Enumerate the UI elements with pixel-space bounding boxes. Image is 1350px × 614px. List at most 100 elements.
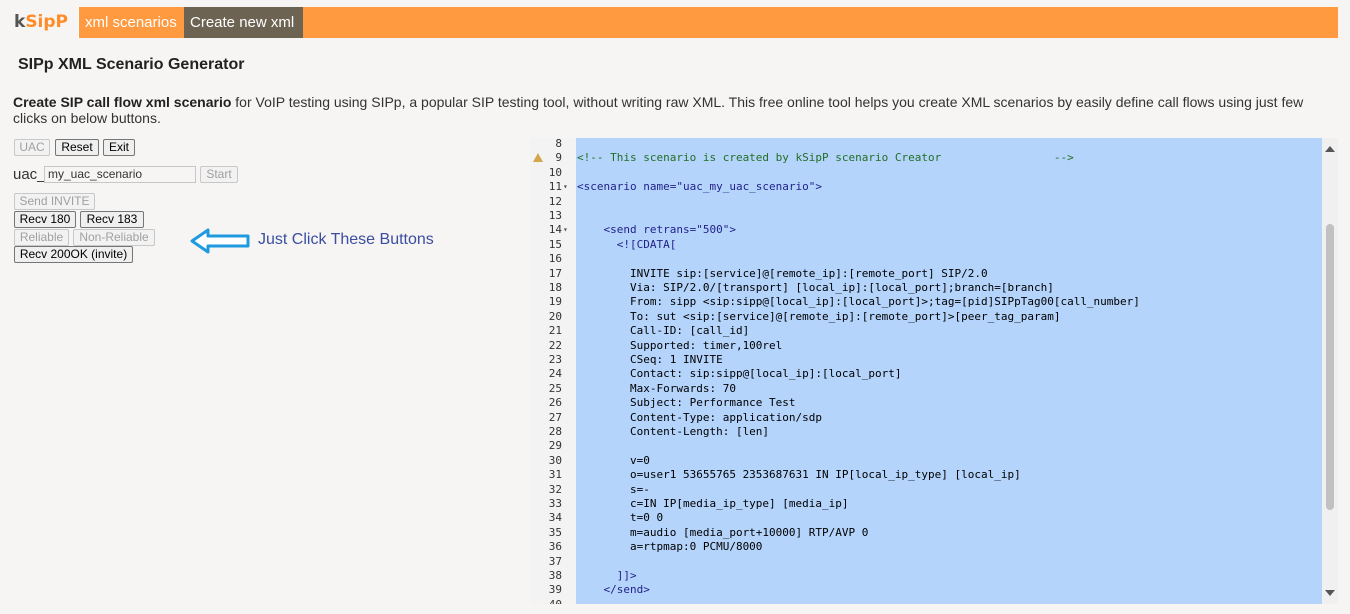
- editor-scrollbar[interactable]: [1322, 138, 1338, 604]
- line-number: 33: [548, 497, 562, 510]
- code-line: 21 Call-ID: [call_id]: [530, 324, 1322, 338]
- code-text: <!-- This scenario is created by kSipP s…: [577, 151, 1074, 165]
- line-number: 26: [548, 396, 562, 410]
- code-text: Content-Length: [len]: [577, 425, 770, 438]
- ksipp-logo[interactable]: kSipP: [6, 7, 78, 38]
- line-number: 24: [548, 367, 562, 381]
- line-number: 29: [548, 439, 562, 453]
- start-button[interactable]: Start: [200, 166, 238, 183]
- line-number: 17: [548, 266, 562, 280]
- line-number: 31: [548, 468, 562, 482]
- nav-tab-xml-scenarios[interactable]: xml scenarios: [78, 7, 184, 38]
- code-text: t=0 0: [577, 511, 664, 525]
- code-line: 37: [530, 555, 1322, 569]
- line-number: 28: [548, 425, 562, 438]
- hint-text: Just Click These Buttons: [258, 231, 434, 248]
- code-text: s=-: [577, 482, 650, 496]
- line-number: 40: [530, 598, 562, 604]
- code-line: 30 v=0: [530, 454, 1322, 468]
- code-text: </send>: [577, 583, 650, 597]
- line-number: 27: [548, 410, 562, 424]
- line-number: 21: [548, 324, 562, 338]
- code-line: 33 c=IN IP[media_ip_type] [media_ip]: [530, 497, 1322, 511]
- code-line: 39 </send>: [530, 583, 1322, 597]
- scenario-name-input[interactable]: my_uac_scenario: [44, 166, 196, 183]
- send-invite-button[interactable]: Send INVITE: [14, 193, 95, 210]
- code-text: ]]>: [577, 569, 637, 582]
- scroll-up-icon[interactable]: [1325, 146, 1335, 152]
- code-line: 11 ▾ <scenario name="uac_my_uac_scenario">: [530, 180, 1322, 194]
- page: kSipP xml scenarios Create new xml SIPp …: [0, 0, 1350, 614]
- code-line: 8: [530, 138, 1322, 151]
- code-line: 13: [530, 209, 1322, 223]
- exit-button[interactable]: Exit: [103, 139, 135, 156]
- line-number: 38: [548, 569, 562, 582]
- code-text: Content-Type: application/sdp: [577, 410, 823, 424]
- code-text: <![CDATA[: [577, 237, 677, 251]
- page-title: SIPp XML Scenario Generator: [18, 56, 245, 73]
- line-number: 30: [548, 453, 562, 467]
- code-text: Contact: sip:sipp@[local_ip]:[local_port…: [577, 367, 902, 381]
- line-number: 25: [548, 381, 562, 395]
- code-line: 29: [530, 439, 1322, 453]
- uac-button[interactable]: UAC: [14, 139, 50, 156]
- code-line: 28 Content-Length: [len]: [530, 425, 1322, 439]
- xml-code-editor[interactable]: 8 9 <!-- This scenario is created by kSipP…: [530, 138, 1338, 604]
- code-line: 24 Contact: sip:sipp@[local_ip]:[local_p…: [530, 367, 1322, 381]
- line-number: 36: [548, 540, 562, 554]
- code-line: 9 <!-- This scenario is created by kSipP …: [530, 151, 1322, 165]
- code-text: o=user1 53655765 2353687631 IN IP[local_…: [577, 468, 1021, 482]
- arrow-left-icon: [190, 228, 250, 254]
- logo-k: k: [14, 12, 26, 32]
- recv-180-button[interactable]: Recv 180: [14, 211, 76, 228]
- page-description: Create SIP call flow xml scenario for Vo…: [13, 94, 1333, 126]
- code-line: 20 To: sut <sip:[service]@[remote_ip]:[r…: [530, 310, 1322, 324]
- code-text: c=IN IP[media_ip_type] [media_ip]: [577, 497, 849, 510]
- fold-arrow-icon[interactable]: ▾: [563, 180, 573, 194]
- code-line: 14 ▾ <send retrans="500">: [530, 223, 1322, 237]
- line-number: 37: [548, 554, 562, 568]
- reset-button[interactable]: Reset: [55, 139, 99, 156]
- code-line: 10: [530, 166, 1322, 180]
- line-number: 8: [555, 138, 562, 150]
- code-text: <send retrans="500">: [577, 223, 736, 237]
- scrollbar-thumb[interactable]: [1326, 224, 1334, 510]
- code-text: Subject: Performance Test: [577, 396, 796, 410]
- code-line: 35 m=audio [media_port+10000] RTP/AVP 0: [530, 526, 1322, 540]
- line-number: 9: [555, 151, 562, 165]
- code-text: Supported: timer,100rel: [577, 338, 783, 352]
- code-line: 22 Supported: timer,100rel: [530, 339, 1322, 353]
- fold-arrow-icon[interactable]: ▾: [563, 223, 573, 237]
- code-text: Via: SIP/2.0/[transport] [local_ip]:[loc…: [577, 281, 1054, 294]
- line-number: 39: [548, 583, 562, 597]
- code-line: 25 Max-Forwards: 70: [530, 382, 1322, 396]
- code-line: 26 Subject: Performance Test: [530, 396, 1322, 410]
- code-line: 40: [530, 598, 1322, 604]
- code-line: 19 From: sipp <sip:sipp@[local_ip]:[loca…: [530, 295, 1322, 309]
- code-text: Call-ID: [call_id]: [577, 324, 750, 338]
- non-reliable-button[interactable]: Non-Reliable: [73, 229, 155, 246]
- logo-rest: SipP: [25, 12, 69, 32]
- recv-183-button[interactable]: Recv 183: [80, 211, 144, 228]
- line-number: 13: [548, 209, 562, 222]
- scroll-down-icon[interactable]: [1325, 590, 1335, 596]
- line-number: 22: [548, 338, 562, 352]
- line-number: 10: [548, 165, 562, 179]
- line-number: 23: [548, 353, 562, 366]
- line-number: 11: [548, 180, 562, 194]
- line-number: 14: [548, 223, 562, 237]
- code-line: 27 Content-Type: application/sdp: [530, 411, 1322, 425]
- code-text: To: sut <sip:[service]@[remote_ip]:[remo…: [577, 309, 1061, 323]
- nav-tab-create-new-xml[interactable]: Create new xml: [184, 7, 303, 38]
- line-number: 18: [548, 281, 562, 294]
- code-line: 23 CSeq: 1 INVITE: [530, 353, 1322, 367]
- reliable-button[interactable]: Reliable: [14, 229, 69, 246]
- code-text: INVITE sip:[service]@[remote_ip]:[remote…: [577, 266, 988, 280]
- code-text: From: sipp <sip:sipp@[local_ip]:[local_p…: [577, 295, 1140, 309]
- recv-200ok-invite-button[interactable]: Recv 200OK (invite): [14, 246, 133, 263]
- code-line: 15 <![CDATA[: [530, 238, 1322, 252]
- line-number: 34: [548, 511, 562, 525]
- line-number: 16: [548, 252, 562, 266]
- top-nav-bar: kSipP xml scenarios Create new xml: [6, 7, 1338, 38]
- description-bold: Create SIP call flow xml scenario: [13, 94, 232, 110]
